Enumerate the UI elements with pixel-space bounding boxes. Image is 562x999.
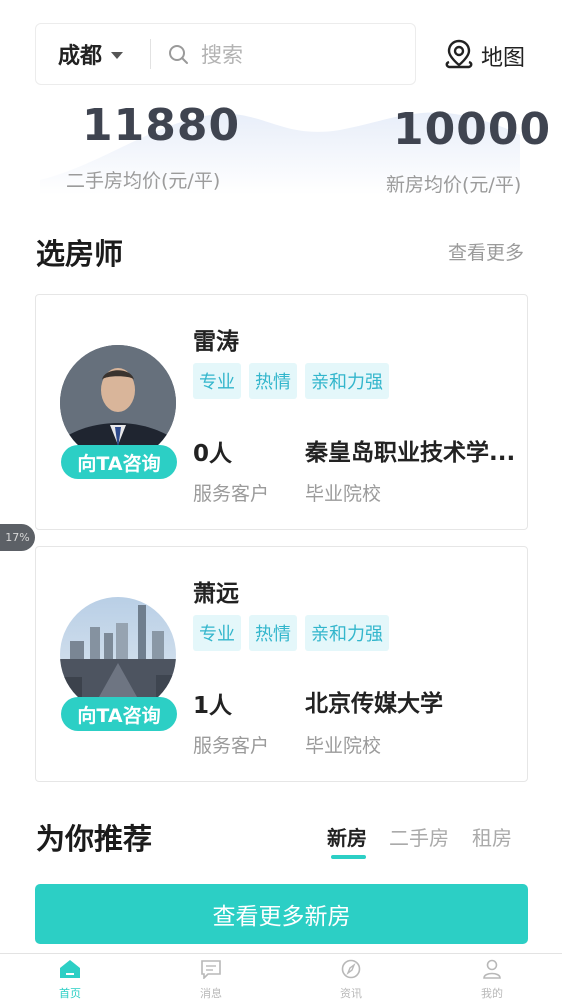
second-hand-price-label: 二手房均价(元/平) xyxy=(66,170,221,192)
see-more-link[interactable]: 查看更多 xyxy=(448,238,524,265)
nav-item-home[interactable]: 首页 xyxy=(40,959,100,999)
consult-button[interactable]: 向TA咨询 xyxy=(61,445,177,479)
home-icon xyxy=(59,959,81,983)
agent-tag: 专业 xyxy=(193,363,241,399)
search-bar: 成都 搜索 xyxy=(35,23,416,85)
nav-label: 首页 xyxy=(59,987,81,999)
search-icon xyxy=(167,43,189,65)
customers-value: 1人 xyxy=(193,693,233,719)
school-value: 秦皇岛职业技术学... xyxy=(305,440,516,466)
agent-tag: 亲和力强 xyxy=(305,615,389,651)
city-selector[interactable]: 成都 xyxy=(36,24,150,84)
see-more-new-houses-button[interactable]: 查看更多新房 xyxy=(35,884,528,944)
school-label: 毕业院校 xyxy=(305,735,382,757)
agent-card[interactable]: 向TA咨询 雷涛 专业 热情 亲和力强 0人 服务客户 秦皇岛职业技术学... … xyxy=(35,294,528,530)
agent-card[interactable]: 向TA咨询 萧远 专业 热情 亲和力强 1人 服务客户 北京传媒大学 毕业院校 xyxy=(35,546,528,782)
caret-down-icon xyxy=(111,51,124,59)
school-value: 北京传媒大学 xyxy=(305,691,443,717)
compass-icon xyxy=(340,959,362,983)
agents-section-title: 选房师 xyxy=(36,237,124,271)
new-house-price-value: 10000 xyxy=(393,104,552,155)
scroll-progress-badge: 17% xyxy=(0,524,35,551)
map-button[interactable]: 地图 xyxy=(444,38,525,74)
divider xyxy=(150,39,151,69)
new-house-price-label: 新房均价(元/平) xyxy=(386,174,522,196)
agent-name: 萧远 xyxy=(193,581,239,607)
tab-rent[interactable]: 租房 xyxy=(472,822,512,851)
consult-button[interactable]: 向TA咨询 xyxy=(61,697,177,731)
customers-value: 0人 xyxy=(193,441,233,467)
school-label: 毕业院校 xyxy=(305,483,382,505)
search-input[interactable]: 搜索 xyxy=(201,39,243,69)
agent-tags: 专业 热情 亲和力强 xyxy=(193,615,389,651)
nav-label: 我的 xyxy=(481,987,503,999)
user-icon xyxy=(481,959,503,983)
map-label: 地图 xyxy=(481,46,526,71)
tab-new-house[interactable]: 新房 xyxy=(327,822,367,851)
active-tab-indicator xyxy=(331,855,366,859)
agent-name: 雷涛 xyxy=(193,329,239,355)
message-icon xyxy=(200,959,222,983)
agent-tag: 热情 xyxy=(249,615,297,651)
agent-tags: 专业 热情 亲和力强 xyxy=(193,363,389,399)
customers-label: 服务客户 xyxy=(193,735,270,757)
agent-tag: 热情 xyxy=(249,363,297,399)
nav-item-profile[interactable]: 我的 xyxy=(462,959,522,999)
tab-second-hand[interactable]: 二手房 xyxy=(389,822,449,851)
second-hand-price-value: 11880 xyxy=(82,100,241,151)
nav-label: 资讯 xyxy=(340,987,362,999)
map-pin-icon xyxy=(444,38,474,74)
nav-item-messages[interactable]: 消息 xyxy=(181,959,241,999)
bottom-nav: 首页 消息 资讯 我的 xyxy=(0,953,562,999)
recommend-section-title: 为你推荐 xyxy=(36,822,153,856)
nav-label: 消息 xyxy=(200,987,222,999)
agent-tag: 亲和力强 xyxy=(305,363,389,399)
customers-label: 服务客户 xyxy=(193,483,270,505)
city-label: 成都 xyxy=(58,44,103,69)
agent-avatar xyxy=(60,597,176,713)
agent-tag: 专业 xyxy=(193,615,241,651)
nav-item-news[interactable]: 资讯 xyxy=(321,959,381,999)
agent-avatar xyxy=(60,345,176,461)
